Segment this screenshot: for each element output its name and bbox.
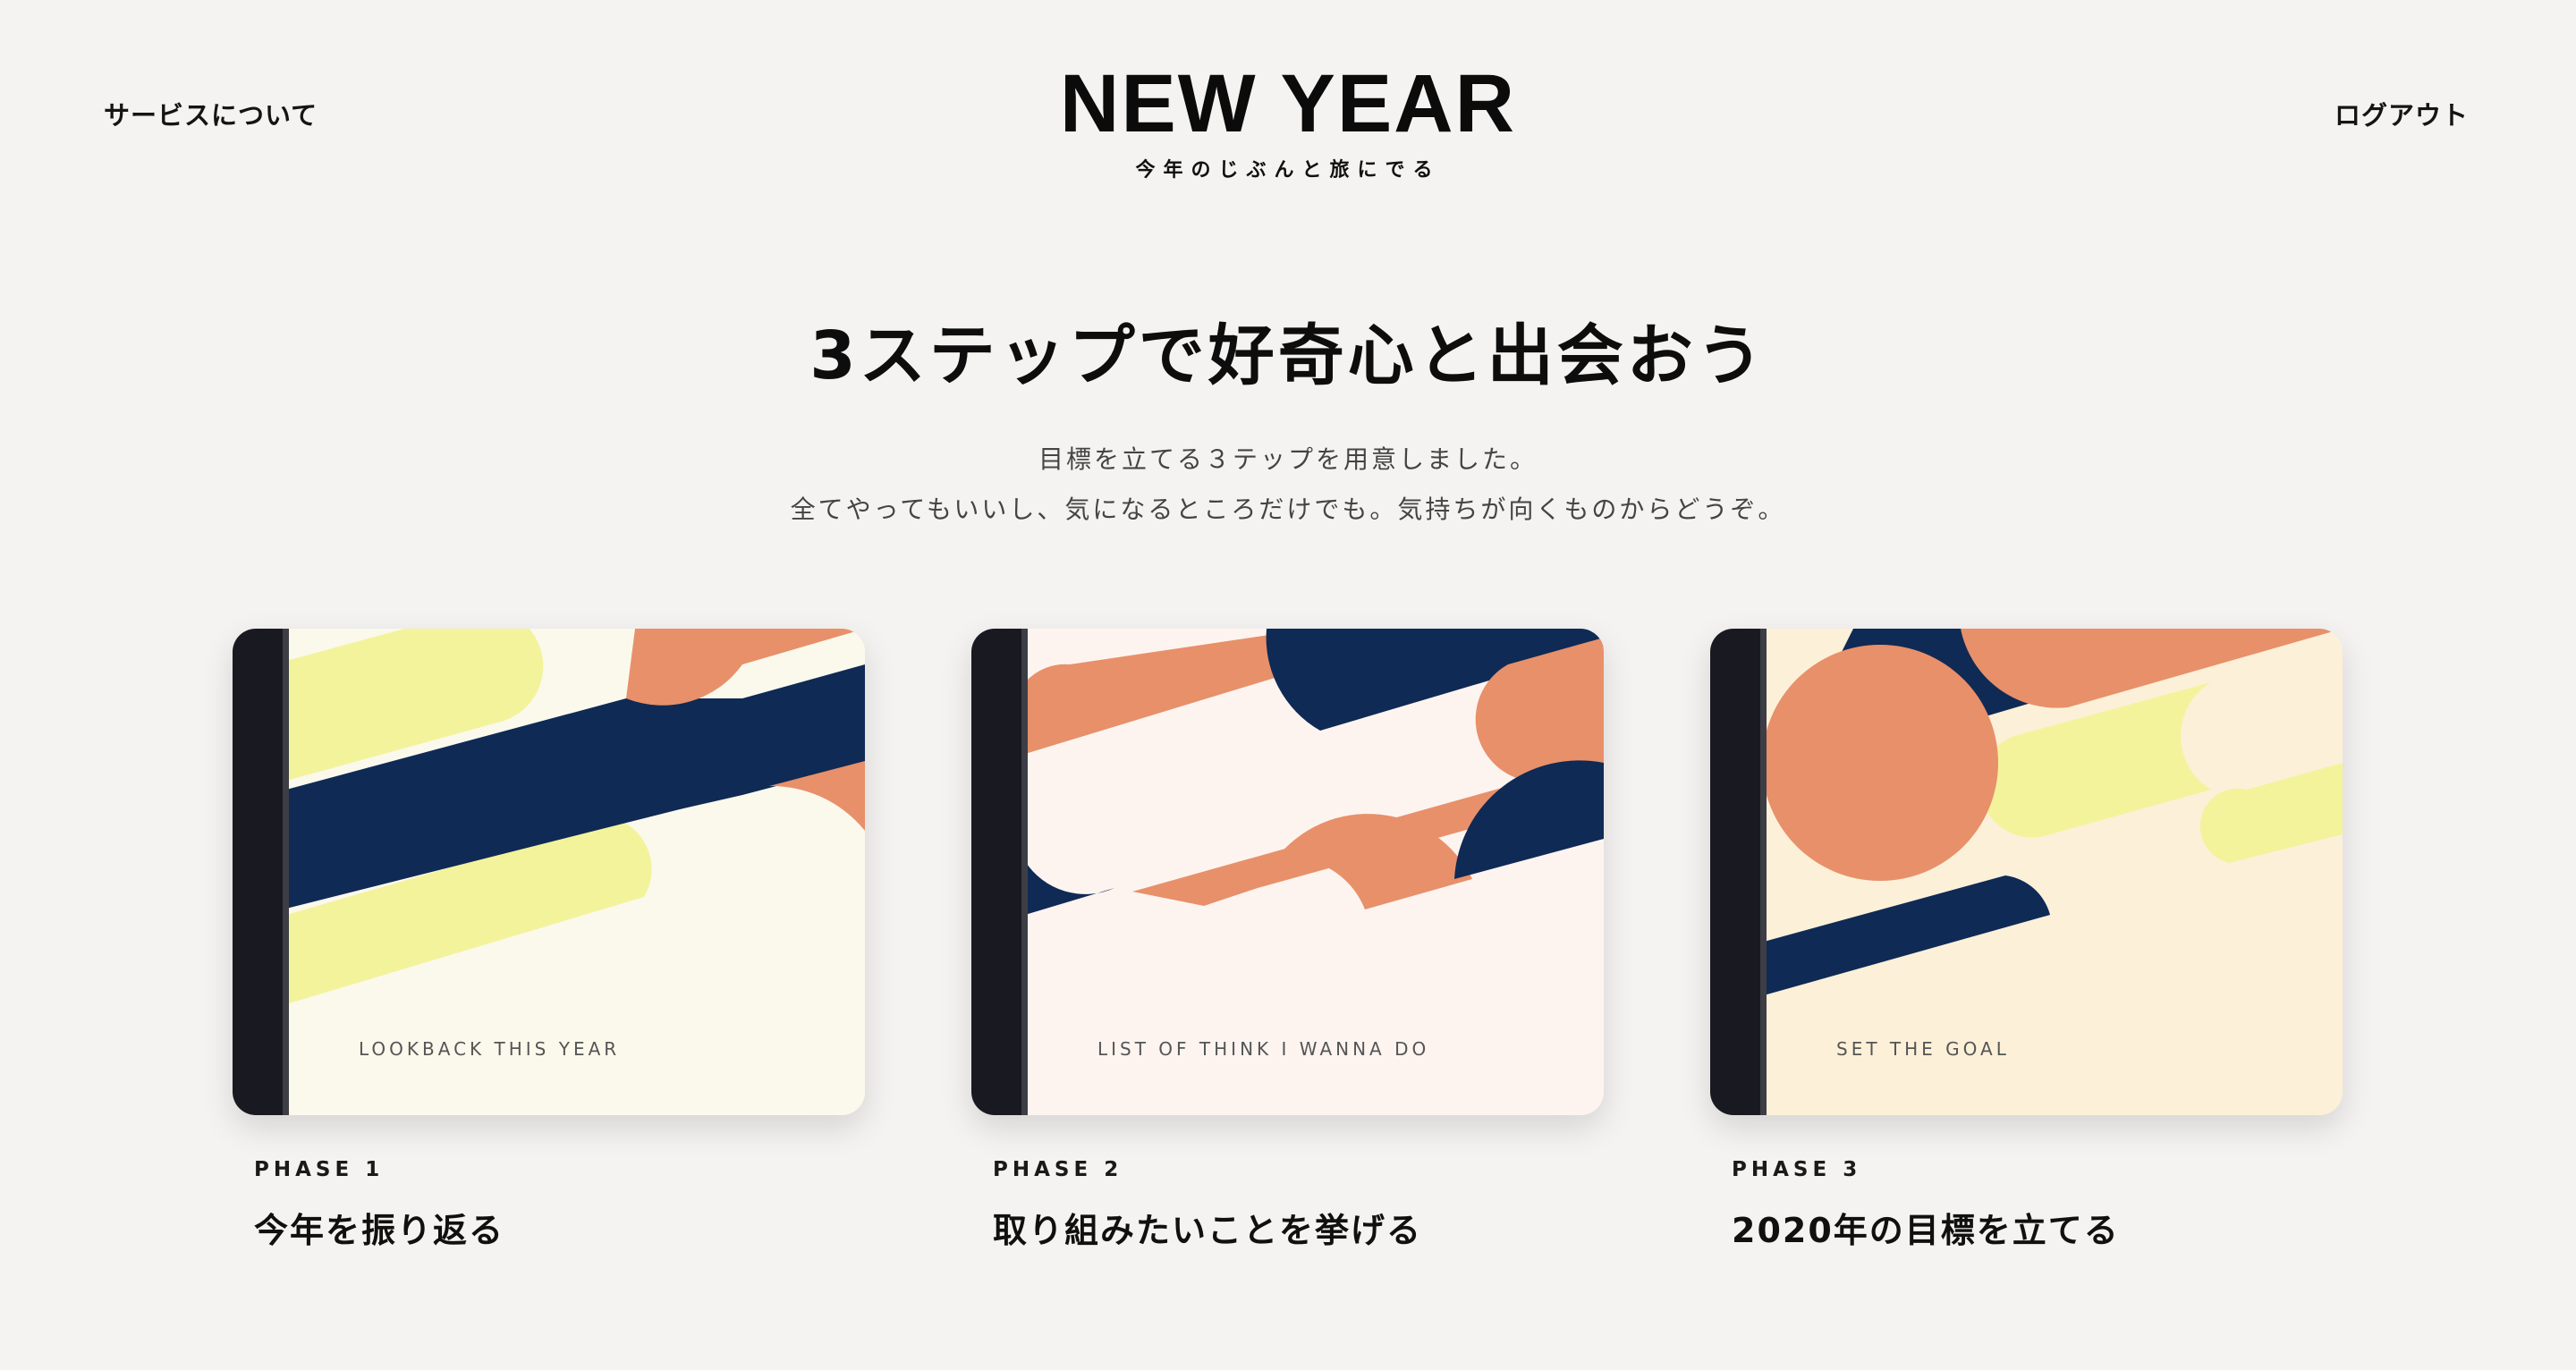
- phase-2-card[interactable]: LIST OF THINK I WANNA DO PHASE 2 取り組みたいこ…: [971, 629, 1604, 1250]
- phase-2-label: PHASE 2: [993, 1158, 1123, 1181]
- phase-1-label: PHASE 1: [254, 1158, 385, 1181]
- phase-2-title[interactable]: 取り組みたいことを挙げる: [993, 1203, 1422, 1252]
- phase-3-cover-art: [1710, 629, 2343, 1115]
- phase-3-label: PHASE 3: [1732, 1158, 1862, 1181]
- phase-2-spine: [971, 629, 1021, 1115]
- phase-1-title[interactable]: 今年を振り返る: [254, 1203, 504, 1252]
- phase-3-book-cover[interactable]: SET THE GOAL: [1710, 629, 2343, 1115]
- phase-3-cover-label: SET THE GOAL: [1836, 1038, 2010, 1060]
- phase-1-book-cover[interactable]: LOOKBACK THIS YEAR: [233, 629, 865, 1115]
- phase-1-cover-label: LOOKBACK THIS YEAR: [359, 1038, 621, 1060]
- logo[interactable]: NEW YEAR 今年のじぶんと旅にでる: [0, 59, 2576, 182]
- intro-description-line-2: 全てやってもいいし、気になるところだけでも。気持ちが向くものからどうぞ。: [790, 495, 1786, 524]
- logout-link[interactable]: ログアウト: [2334, 95, 2469, 132]
- phase-2-spine-edge: [1021, 629, 1028, 1115]
- phase-1-spine-edge: [283, 629, 289, 1115]
- page-headline: 3ステップで好奇心と出会おう: [809, 317, 1767, 394]
- phase-2-cover-label: LIST OF THINK I WANNA DO: [1097, 1038, 1430, 1060]
- phase-1-spine: [233, 629, 283, 1115]
- phase-1-card[interactable]: LOOKBACK THIS YEAR PHASE 1 今年を振り返る: [233, 629, 865, 1250]
- phase-2-book-cover[interactable]: LIST OF THINK I WANNA DO: [971, 629, 1604, 1115]
- intro-description-line-1: 目標を立てる３テップを用意しました。: [1038, 444, 1538, 474]
- phase-3-title[interactable]: 2020年の目標を立てる: [1732, 1203, 2120, 1252]
- page: サービスについて NEW YEAR 今年のじぶんと旅にでる ログアウト 3ステッ…: [0, 0, 2576, 1370]
- logo-subtitle: 今年のじぶんと旅にでる: [1135, 159, 1441, 182]
- phase-3-spine-edge: [1760, 629, 1767, 1115]
- logo-title: NEW YEAR: [1059, 58, 1517, 149]
- phase-3-card[interactable]: SET THE GOAL PHASE 3 2020年の目標を立てる: [1710, 629, 2343, 1250]
- intro-description: 目標を立てる３テップを用意しました。 全てやってもいいし、気になるところだけでも…: [0, 435, 2576, 535]
- phase-3-spine: [1710, 629, 1760, 1115]
